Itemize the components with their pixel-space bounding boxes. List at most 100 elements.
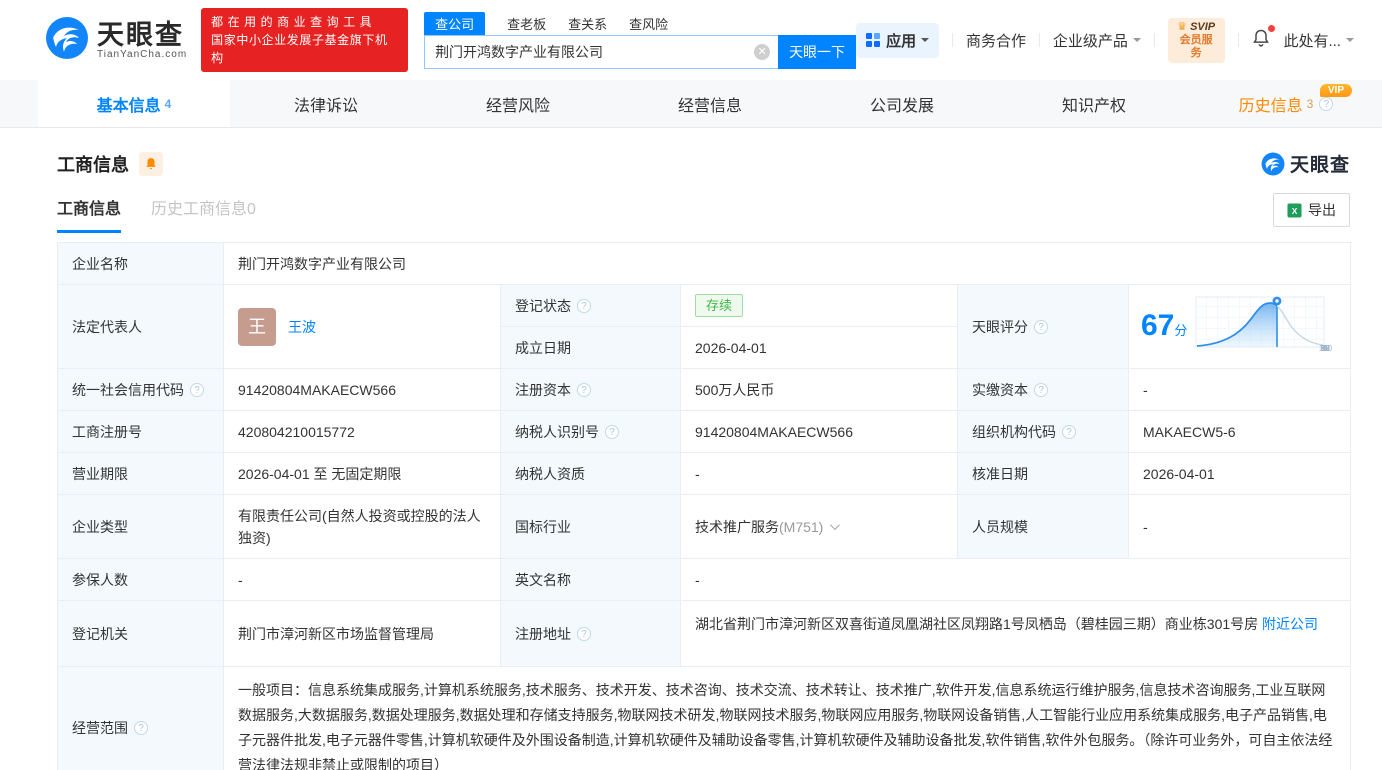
field-value-company-type: 有限责任公司(自然人投资或控股的法人独资) bbox=[224, 495, 501, 559]
field-value-org-code: MAKAECW5-6 bbox=[1129, 411, 1351, 453]
table-row: 参保人数 - 英文名称 - bbox=[58, 559, 1352, 601]
excel-icon: X bbox=[1287, 202, 1302, 218]
table-row: 工商注册号 420804210015772 纳税人识别号? 91420804MA… bbox=[58, 411, 1352, 453]
field-label-company-name: 企业名称 bbox=[58, 243, 224, 285]
field-label-business-scope: 经营范围? bbox=[58, 667, 224, 770]
nav-apps[interactable]: 应用 bbox=[856, 22, 940, 58]
tianyancha-logo-icon bbox=[1261, 152, 1285, 175]
table-row: 统一社会信用代码? 91420804MAKAECW566 注册资本? 500万人… bbox=[58, 369, 1352, 411]
field-value-business-scope: 一般项目：信息系统集成服务,计算机系统服务,技术服务、技术开发、技术咨询、技术交… bbox=[224, 667, 1351, 770]
brand-slogan-banner: 都在用的商业查询工具 国家中小企业发展子基金旗下机构 bbox=[201, 8, 409, 72]
search-tab-boss[interactable]: 查老板 bbox=[507, 14, 546, 33]
divider bbox=[1237, 33, 1239, 47]
status-badge: 存续 bbox=[695, 294, 744, 317]
tab-business-info[interactable]: 经营信息 bbox=[614, 80, 806, 127]
tianyancha-watermark-logo: 天眼查 bbox=[1261, 150, 1350, 177]
field-value-english-name: - bbox=[681, 559, 1351, 601]
field-value-insured-count: - bbox=[224, 559, 501, 601]
chevron-down-icon bbox=[1345, 38, 1354, 46]
clear-search-icon[interactable]: ✕ bbox=[754, 44, 771, 60]
tab-count: 3 bbox=[1306, 96, 1314, 111]
field-value-reg-no: 420804210015772 bbox=[224, 411, 501, 453]
subtab-business-registration[interactable]: 工商信息 bbox=[57, 195, 122, 233]
field-value-taxpayer-id: 91420804MAKAECW566 bbox=[681, 411, 958, 453]
divider bbox=[1038, 33, 1040, 47]
divider bbox=[952, 33, 953, 47]
tianyancha-logo[interactable]: 天眼查 TianYanCha.com bbox=[45, 16, 187, 65]
apps-grid-icon bbox=[866, 33, 881, 47]
search-tab-company[interactable]: 查公司 bbox=[424, 11, 486, 35]
nav-enterprise-products[interactable]: 企业级产品 bbox=[1053, 30, 1141, 51]
tab-intellectual-property[interactable]: 知识产权 bbox=[998, 80, 1190, 127]
nav-user-menu[interactable]: 此处有... bbox=[1283, 30, 1354, 51]
field-value-est-date: 2026-04-01 bbox=[681, 327, 958, 369]
field-label-reg-status: 登记状态? bbox=[501, 285, 681, 327]
help-icon[interactable]: ? bbox=[1319, 96, 1334, 111]
help-icon[interactable]: ? bbox=[577, 626, 591, 641]
slogan-line-2: 国家中小企业发展子基金旗下机构 bbox=[211, 33, 388, 65]
field-label-paid-capital: 实缴资本? bbox=[958, 369, 1129, 411]
field-value-reg-address: 湖北省荆门市漳河新区双喜街道凤凰湖社区凤翔路1号凤栖岛（碧桂园三期）商业栋301… bbox=[681, 601, 1351, 667]
tianyancha-logo-icon bbox=[45, 16, 89, 65]
table-row: 企业类型 有限责任公司(自然人投资或控股的法人独资) 国标行业 技术推广服务 (… bbox=[58, 495, 1352, 559]
help-icon[interactable]: ? bbox=[134, 721, 148, 735]
export-button[interactable]: X 导出 bbox=[1273, 193, 1350, 227]
field-label-taxpayer-id: 纳税人识别号? bbox=[501, 411, 681, 453]
field-label-reg-authority: 登记机关 bbox=[58, 601, 224, 667]
tab-company-development[interactable]: 公司发展 bbox=[806, 80, 998, 127]
score-distribution-chart: 0 1 3 15 50 85 97 99 100 bbox=[1195, 295, 1332, 359]
field-label-legal-rep: 法定代表人 bbox=[58, 285, 224, 369]
brand-name: 天眼查 bbox=[97, 19, 184, 50]
svip-member-button[interactable]: ♛ SVIP 会员服务 bbox=[1167, 17, 1225, 63]
divider bbox=[1153, 33, 1155, 47]
tab-legal-proceedings[interactable]: 法律诉讼 bbox=[230, 80, 422, 127]
legal-rep-link[interactable]: 王波 bbox=[288, 316, 316, 338]
field-value-tyc-score: 67分 0 1 3 15 50 85 97 99 100 bbox=[1129, 285, 1351, 369]
help-icon[interactable]: ? bbox=[577, 298, 591, 313]
monitor-bell-icon[interactable] bbox=[139, 151, 163, 176]
field-value-paid-capital: - bbox=[1129, 369, 1351, 411]
search-tab-risk[interactable]: 查风险 bbox=[629, 14, 668, 33]
field-label-industry: 国标行业 bbox=[501, 495, 681, 559]
field-label-tyc-score: 天眼评分? bbox=[958, 285, 1129, 369]
nav-cooperation[interactable]: 商务合作 bbox=[966, 30, 1026, 51]
field-label-org-code: 组织机构代码? bbox=[958, 411, 1129, 453]
notifications-bell-icon[interactable] bbox=[1251, 25, 1276, 52]
top-nav: 应用 商务合作 企业级产品 ♛ SVIP 会员服务 此处有... bbox=[856, 17, 1382, 63]
search-input[interactable] bbox=[424, 35, 779, 69]
tab-operational-risk[interactable]: 经营风险 bbox=[422, 80, 614, 127]
top-header: 天眼查 TianYanCha.com 都在用的商业查询工具 国家中小企业发展子基… bbox=[0, 0, 1382, 80]
field-label-uscc: 统一社会信用代码? bbox=[58, 369, 224, 411]
table-row: 营业期限 2026-04-01 至 无固定期限 纳税人资质 - 核准日期 202… bbox=[58, 453, 1352, 495]
help-icon[interactable]: ? bbox=[190, 382, 204, 397]
chevron-down-icon bbox=[1132, 38, 1141, 46]
legal-rep-avatar[interactable]: 王 bbox=[238, 307, 276, 346]
subtab-history-registration[interactable]: 历史工商信息0 bbox=[151, 195, 256, 233]
table-row: 法定代表人 王 王波 登记状态? 存续 成立日期 2026-04-01 天眼评分… bbox=[58, 285, 1352, 369]
field-label-company-type: 企业类型 bbox=[58, 495, 224, 559]
nearby-companies-link[interactable]: 附近公司 bbox=[1262, 616, 1318, 632]
table-row: 登记机关 荆门市漳河新区市场监督管理局 注册地址? 湖北省荆门市漳河新区双喜街道… bbox=[58, 601, 1352, 667]
field-label-staff-size: 人员规模 bbox=[958, 495, 1129, 559]
industry-code: (M751) bbox=[779, 518, 824, 535]
tab-count: 4 bbox=[164, 96, 172, 111]
field-label-taxpayer-quality: 纳税人资质 bbox=[501, 453, 681, 495]
brand-domain: TianYanCha.com bbox=[97, 48, 188, 60]
field-value-approval-date: 2026-04-01 bbox=[1129, 453, 1351, 495]
search-button[interactable]: 天眼一下 bbox=[778, 35, 857, 69]
table-row: 企业名称 荆门开鸿数字产业有限公司 bbox=[58, 243, 1352, 285]
help-icon[interactable]: ? bbox=[1034, 319, 1048, 334]
chevron-down-icon[interactable] bbox=[830, 520, 841, 531]
field-value-reg-status: 存续 bbox=[681, 285, 958, 327]
field-value-company-name: 荆门开鸿数字产业有限公司 bbox=[224, 243, 1351, 285]
help-icon[interactable]: ? bbox=[1062, 424, 1076, 439]
field-value-industry: 技术推广服务 (M751) bbox=[681, 495, 958, 559]
tab-basic-info[interactable]: 基本信息 4 bbox=[38, 80, 230, 127]
field-value-taxpayer-quality: - bbox=[681, 453, 958, 495]
help-icon[interactable]: ? bbox=[577, 382, 591, 397]
help-icon[interactable]: ? bbox=[605, 424, 619, 439]
help-icon[interactable]: ? bbox=[1034, 382, 1048, 397]
tab-history-info[interactable]: VIP 历史信息 3 ? bbox=[1190, 80, 1382, 127]
search-tab-relation[interactable]: 查关系 bbox=[568, 14, 607, 33]
company-tab-bar: 基本信息 4 法律诉讼 经营风险 经营信息 公司发展 知识产权 VIP 历史信息… bbox=[0, 80, 1382, 128]
